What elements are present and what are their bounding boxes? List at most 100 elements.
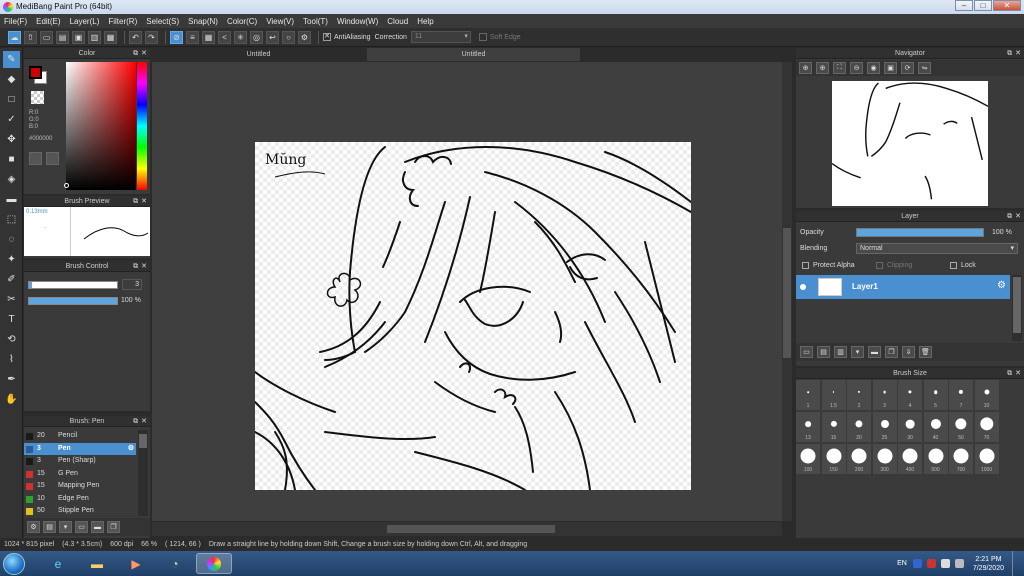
brush-size-option[interactable]: 70 — [974, 412, 999, 442]
foreground-color-swatch[interactable] — [29, 66, 42, 79]
divide-tool-icon[interactable]: ⟲ — [3, 331, 20, 348]
delete-layer-icon[interactable]: 🗑 — [919, 346, 932, 358]
select-tool-icon[interactable]: ⬚ — [3, 211, 20, 228]
brush-list-scrollbar[interactable] — [138, 430, 148, 516]
snap-radial-icon[interactable]: ✳ — [234, 30, 247, 44]
minimize-button[interactable]: – — [955, 0, 973, 11]
save-icon[interactable]: ▣ — [72, 30, 85, 44]
rotate-reset-icon[interactable]: ◉ — [867, 62, 880, 74]
color-history-button[interactable] — [46, 152, 59, 165]
brush-size-option[interactable]: 1000 — [974, 444, 999, 474]
rotate-icon[interactable]: ⟳ — [901, 62, 914, 74]
menu-color[interactable]: Color(C) — [227, 17, 257, 26]
pen-nib-icon[interactable]: ✒ — [3, 371, 20, 388]
redo-icon[interactable]: ↷ — [145, 30, 158, 44]
menu-view[interactable]: View(V) — [266, 17, 294, 26]
layer-list-scrollbar[interactable] — [1012, 275, 1022, 341]
expand-icon[interactable]: ⧉ — [1007, 213, 1012, 220]
menu-layer[interactable]: Layer(L) — [70, 17, 100, 26]
dot-tool-icon[interactable]: □ — [3, 91, 20, 108]
saturation-value-picker[interactable] — [66, 62, 136, 190]
brush-list-item[interactable]: 50 Stipple Pen — [24, 505, 136, 517]
menu-file[interactable]: File(F) — [4, 17, 27, 26]
protect-alpha-checkbox[interactable]: Protect Alpha — [802, 262, 855, 269]
layer-settings-icon[interactable]: ⚙ — [997, 280, 1006, 291]
brush-size-option[interactable]: 10 — [974, 380, 999, 410]
brush-size-option[interactable]: 7 — [949, 380, 973, 410]
show-desktop-button[interactable] — [1012, 551, 1020, 576]
brush-size-option[interactable]: 13 — [796, 412, 820, 442]
color-palette-button[interactable] — [29, 152, 42, 165]
snap-circle-icon[interactable]: ◎ — [250, 30, 263, 44]
brush-list-item[interactable]: 3 Pen (Sharp) — [24, 455, 136, 467]
media-player-icon[interactable]: ▶ — [118, 553, 154, 574]
close-icon[interactable]: ✕ — [1015, 50, 1021, 57]
brush-opacity-slider[interactable] — [28, 297, 118, 305]
brush-size-option[interactable]: 500 — [923, 444, 948, 474]
undo-icon[interactable]: ↶ — [129, 30, 142, 44]
move-tool-icon[interactable]: ✥ — [3, 131, 20, 148]
help-tray-icon[interactable] — [912, 559, 922, 568]
close-icon[interactable]: ✕ — [141, 50, 147, 57]
correction-select[interactable]: 11 — [410, 31, 471, 43]
brush-size-option[interactable]: 40 — [923, 412, 948, 442]
start-button[interactable] — [3, 553, 25, 575]
brush-settings-icon[interactable]: ⚙ — [27, 521, 40, 533]
brush-size-option[interactable]: 300 — [872, 444, 897, 474]
snap-curve-icon[interactable]: ↩ — [266, 30, 279, 44]
close-icon[interactable]: ✕ — [141, 198, 147, 205]
fit-icon[interactable]: ⛶ — [833, 62, 846, 74]
expand-icon[interactable]: ⧉ — [1007, 50, 1012, 57]
new-document-icon[interactable]: ▤ — [56, 30, 69, 44]
new-layer-8bit-icon[interactable]: ▥ — [834, 346, 847, 358]
brush-size-option[interactable]: 2 — [847, 380, 871, 410]
hue-slider[interactable] — [137, 62, 147, 190]
app-icon-green[interactable]: ◔ — [157, 553, 193, 574]
clipping-checkbox[interactable]: Clipping — [876, 262, 912, 269]
shape-tool-icon[interactable]: ■ — [3, 151, 20, 168]
layer-folder-icon[interactable]: ▬ — [868, 346, 881, 358]
comment-icon[interactable]: ▭ — [40, 30, 53, 44]
brush-size-option[interactable]: 150 — [821, 444, 846, 474]
expand-icon[interactable]: ⧉ — [133, 198, 138, 205]
close-icon[interactable]: ✕ — [1015, 370, 1021, 377]
brush-size-option[interactable]: 25 — [872, 412, 897, 442]
navigator-thumbnail[interactable] — [832, 81, 988, 206]
menu-snap[interactable]: Snap(N) — [188, 17, 218, 26]
brush-size-option[interactable]: 1 — [796, 380, 820, 410]
menu-filter[interactable]: Filter(R) — [108, 17, 137, 26]
close-icon[interactable]: ✕ — [1015, 213, 1021, 220]
brush-size-option[interactable]: 5 — [923, 380, 948, 410]
upload-icon[interactable]: ⇧ — [24, 30, 37, 44]
eyedropper-icon[interactable]: ⌇ — [3, 351, 20, 368]
add-brush-icon[interactable]: ▤ — [43, 521, 56, 533]
document-tab-2[interactable]: Untitled — [367, 48, 580, 61]
document-tab-1[interactable]: Untitled — [152, 48, 365, 61]
close-icon[interactable]: ✕ — [141, 418, 147, 425]
export-icon[interactable]: ▦ — [104, 30, 117, 44]
file-explorer-icon[interactable]: ▬ — [79, 553, 115, 574]
snap-perspective-icon[interactable]: < — [218, 30, 231, 44]
brush-size-option[interactable]: 30 — [898, 412, 922, 442]
brush-copy-icon[interactable]: ▭ — [75, 521, 88, 533]
snap-parallel-icon[interactable]: ≡ — [186, 30, 199, 44]
drawing-canvas[interactable]: Mŭng — [255, 142, 691, 490]
hand-tool-icon[interactable]: ✋ — [3, 391, 20, 408]
language-indicator[interactable]: EN — [897, 560, 907, 567]
zoom-in-icon[interactable]: ⊕ — [799, 62, 812, 74]
snap-settings-icon[interactable]: ⚙ — [298, 30, 311, 44]
brush-list-item[interactable]: 15 G Pen — [24, 468, 136, 480]
brush-folder-icon[interactable]: ▬ — [91, 521, 104, 533]
merge-layer-icon[interactable]: ⇓ — [902, 346, 915, 358]
zoom-in-alt-icon[interactable]: ⊕ — [816, 62, 829, 74]
cloud-icon[interactable]: ☁ — [8, 30, 21, 44]
brush-size-option[interactable]: 100 — [796, 444, 820, 474]
brush-size-option[interactable]: 400 — [898, 444, 922, 474]
brush-settings-gear-icon[interactable]: ⚙ — [128, 443, 134, 455]
eraser-tool-icon[interactable]: ◆ — [3, 71, 20, 88]
layer-row[interactable]: Layer1 ⚙ — [796, 275, 1010, 299]
brush-size-option[interactable]: 20 — [847, 412, 871, 442]
brush-size-option[interactable]: 3 — [872, 380, 897, 410]
new-halftone-layer-icon[interactable]: ▤ — [817, 346, 830, 358]
select-eraser-icon[interactable]: ✂ — [3, 291, 20, 308]
